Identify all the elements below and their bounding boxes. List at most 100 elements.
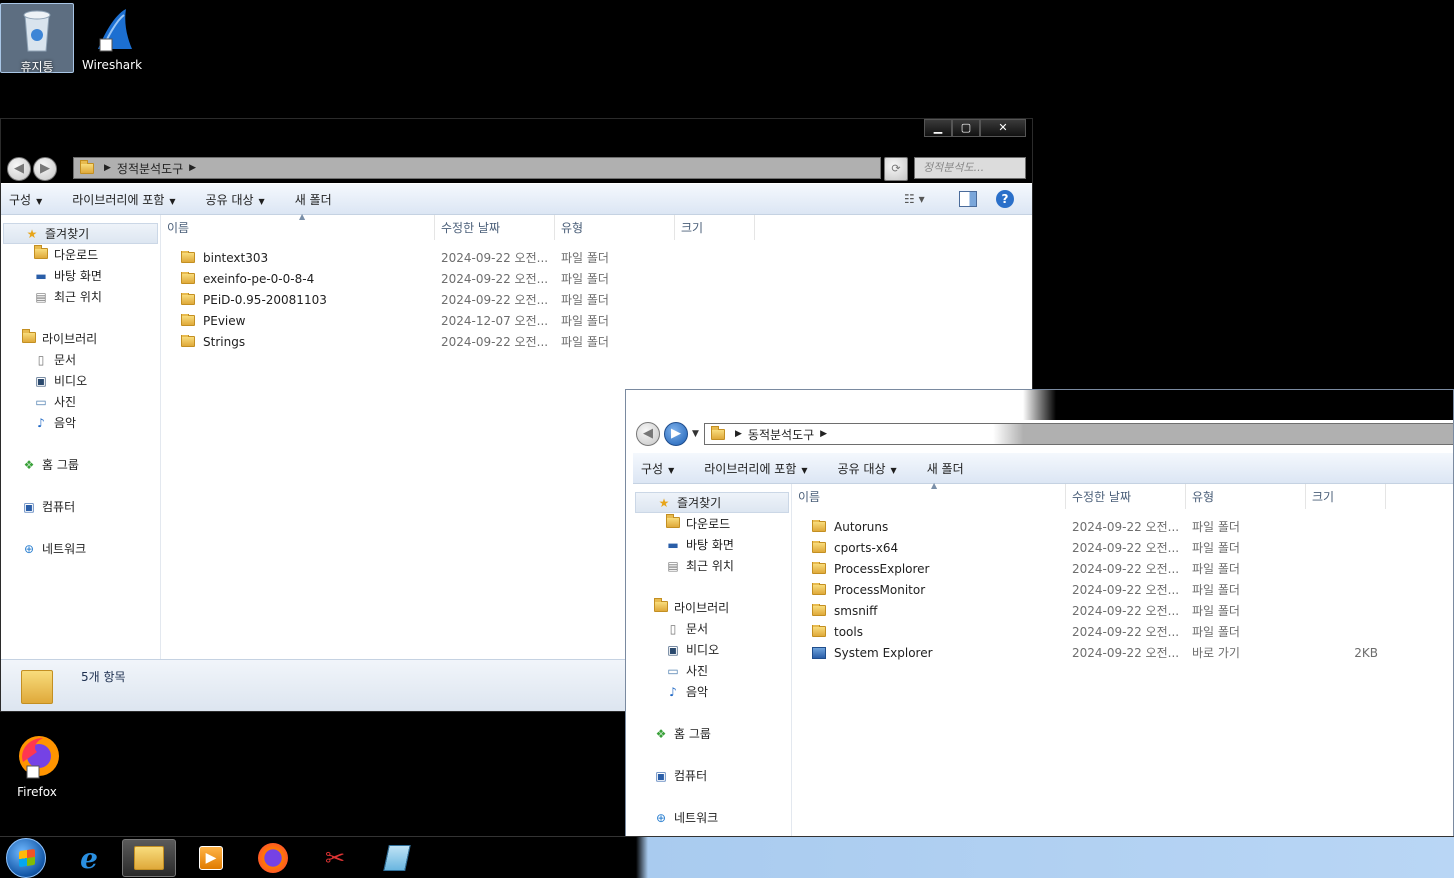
desktop-icon-firefox[interactable]: Firefox — [0, 732, 74, 802]
file-name: exeinfo-pe-0-0-8-4 — [203, 271, 315, 286]
nav-documents[interactable]: ▯ 문서 — [633, 618, 791, 639]
window-titlebar[interactable]: ▁ ▢ ✕ — [1, 119, 1032, 153]
document-icon: ▯ — [669, 621, 677, 636]
nav-computer[interactable]: ▣ 컴퓨터 — [1, 496, 160, 517]
file-row[interactable]: System Explorer 2024-09-22 오전... 바로 가기 2KB — [792, 642, 1453, 663]
wireshark-icon — [98, 9, 132, 52]
taskbar-notepad[interactable] — [370, 839, 424, 877]
file-row[interactable]: PEiD-0.95-20081103 2024-09-22 오전... 파일 폴더 — [161, 289, 1032, 310]
breadcrumb-folder[interactable]: 동적분석도구 — [748, 426, 814, 443]
nav-homegroup[interactable]: ❖ 홈 그룹 — [1, 454, 160, 475]
star-icon: ★ — [658, 495, 670, 510]
refresh-button[interactable]: ⟳ — [884, 157, 908, 181]
file-row[interactable]: Autoruns 2024-09-22 오전... 파일 폴더 — [792, 516, 1453, 537]
nav-desktop[interactable]: ▬ 바탕 화면 — [1, 265, 160, 286]
search-input[interactable]: 정적분석도... — [914, 157, 1026, 179]
file-row[interactable]: cports-x64 2024-09-22 오전... 파일 폴더 — [792, 537, 1453, 558]
back-button[interactable]: ◀ — [636, 422, 660, 446]
file-row[interactable]: Strings 2024-09-22 오전... 파일 폴더 — [161, 331, 1032, 352]
nav-pictures[interactable]: ▭ 사진 — [633, 660, 791, 681]
window-titlebar[interactable] — [626, 390, 1453, 420]
file-name: bintext303 — [203, 250, 269, 265]
close-button[interactable]: ✕ — [980, 119, 1026, 137]
column-size[interactable]: 크기 — [675, 215, 755, 240]
file-name: ProcessExplorer — [834, 561, 930, 576]
nav-music[interactable]: ♪ 음악 — [1, 412, 160, 433]
address-bar[interactable]: ▶ 동적분석도구 ▶ — [704, 423, 1453, 445]
column-type[interactable]: 유형 — [555, 215, 675, 240]
column-date[interactable]: 수정한 날짜 — [1066, 484, 1186, 509]
nav-downloads[interactable]: 다운로드 — [1, 244, 160, 265]
nav-pictures[interactable]: ▭ 사진 — [1, 391, 160, 412]
nav-documents[interactable]: ▯ 문서 — [1, 349, 160, 370]
file-row[interactable]: exeinfo-pe-0-0-8-4 2024-09-22 오전... 파일 폴더 — [161, 268, 1032, 289]
nav-computer[interactable]: ▣ 컴퓨터 — [633, 765, 791, 786]
file-row[interactable]: ProcessMonitor 2024-09-22 오전... 파일 폴더 — [792, 579, 1453, 600]
column-date[interactable]: 수정한 날짜 — [435, 215, 555, 240]
nav-recent[interactable]: ▤ 최근 위치 — [633, 555, 791, 576]
nav-network[interactable]: ⊕ 네트워크 — [1, 538, 160, 559]
nav-network[interactable]: ⊕ 네트워크 — [633, 807, 791, 828]
share-with-button[interactable]: 공유 대상 ▼ — [838, 460, 897, 477]
nav-downloads[interactable]: 다운로드 — [633, 513, 791, 534]
window-body: ★ 즐겨찾기 다운로드 ▬ 바탕 화면 ▤ 최근 위치 라이브러리 ▯ 문서 ▣ 비디오 … — [633, 481, 1453, 836]
taskbar-file-explorer[interactable] — [122, 839, 176, 877]
new-folder-button[interactable]: 새 폴더 — [927, 460, 964, 477]
forward-button[interactable]: ▶ — [33, 157, 57, 181]
chevron-right-icon[interactable]: ▶ — [820, 429, 827, 439]
share-with-button[interactable]: 공유 대상 ▼ — [206, 191, 265, 208]
file-row[interactable]: PEview 2024-12-07 오전... 파일 폴더 — [161, 310, 1032, 331]
nav-videos[interactable]: ▣ 비디오 — [1, 370, 160, 391]
explorer-window-dynamic-tools[interactable]: ◀ ▶ ▼ ▶ 동적분석도구 ▶ 구성 ▼ 라이브러리에 포함 ▼ 공유 대상 ▼ 새… — [625, 389, 1454, 837]
nav-recent[interactable]: ▤ 최근 위치 — [1, 286, 160, 307]
nav-music[interactable]: ♪ 음악 — [633, 681, 791, 702]
file-type: 파일 폴더 — [1192, 625, 1240, 639]
nav-homegroup[interactable]: ❖ 홈 그룹 — [633, 723, 791, 744]
chevron-right-icon[interactable]: ▶ — [189, 163, 196, 173]
start-button[interactable] — [6, 838, 46, 878]
nav-favorites[interactable]: ★ 즐겨찾기 — [635, 492, 789, 513]
include-library-button[interactable]: 라이브러리에 포함 ▼ — [72, 191, 175, 208]
desktop-icon-wireshark[interactable]: Wireshark — [75, 3, 149, 73]
help-icon[interactable]: ? — [996, 190, 1014, 208]
forward-button[interactable]: ▶ — [664, 422, 688, 446]
nav-desktop[interactable]: ▬ 바탕 화면 — [633, 534, 791, 555]
column-name[interactable]: 이름 — [161, 215, 435, 240]
nav-favorites[interactable]: ★ 즐겨찾기 — [3, 223, 158, 244]
column-type[interactable]: 유형 — [1186, 484, 1306, 509]
nav-libraries[interactable]: 라이브러리 — [1, 328, 160, 349]
include-library-button[interactable]: 라이브러리에 포함 ▼ — [704, 460, 807, 477]
taskbar-firefox[interactable] — [246, 839, 300, 877]
preview-pane-icon[interactable] — [959, 191, 977, 207]
desktop-icon-recycle-bin[interactable]: 휴지통 — [0, 3, 74, 74]
minimize-button[interactable]: ▁ — [924, 119, 952, 137]
back-button[interactable]: ◀ — [7, 157, 31, 181]
nav-libraries[interactable]: 라이브러리 — [633, 597, 791, 618]
taskbar-network-tool[interactable]: ✂ — [308, 839, 362, 877]
nav-videos[interactable]: ▣ 비디오 — [633, 639, 791, 660]
file-row[interactable]: smsniff 2024-09-22 오전... 파일 폴더 — [792, 600, 1453, 621]
chevron-right-icon: ▶ — [735, 429, 742, 439]
column-name[interactable]: 이름 — [792, 484, 1066, 509]
new-folder-button[interactable]: 새 폴더 — [295, 191, 332, 208]
file-row[interactable]: ProcessExplorer 2024-09-22 오전... 파일 폴더 — [792, 558, 1453, 579]
file-row[interactable]: tools 2024-09-22 오전... 파일 폴더 — [792, 621, 1453, 642]
file-row[interactable]: bintext303 2024-09-22 오전... 파일 폴더 — [161, 247, 1032, 268]
folder-icon — [181, 334, 195, 347]
organize-button[interactable]: 구성 ▼ — [641, 460, 674, 477]
address-bar[interactable]: ▶ 정적분석도구 ▶ — [73, 157, 881, 179]
star-icon: ★ — [26, 226, 38, 241]
folder-icon — [812, 603, 826, 616]
column-size[interactable]: 크기 — [1306, 484, 1386, 509]
chevron-down-icon: ▼ — [36, 196, 43, 206]
breadcrumb-folder[interactable]: 정적분석도구 — [117, 160, 183, 177]
recent-pages-dropdown-icon[interactable]: ▼ — [692, 429, 699, 439]
file-date: 2024-09-22 오전... — [1072, 541, 1180, 555]
organize-button[interactable]: 구성 ▼ — [9, 191, 42, 208]
taskbar-internet-explorer[interactable]: e — [62, 839, 116, 877]
column-headers: ▲ 이름 수정한 날짜 유형 크기 — [161, 212, 1032, 241]
taskbar-media-player[interactable]: ▶ — [184, 839, 238, 877]
view-options-icon[interactable]: ☷ ▾ — [904, 192, 925, 206]
folder-icon — [812, 582, 826, 595]
maximize-button[interactable]: ▢ — [952, 119, 980, 137]
